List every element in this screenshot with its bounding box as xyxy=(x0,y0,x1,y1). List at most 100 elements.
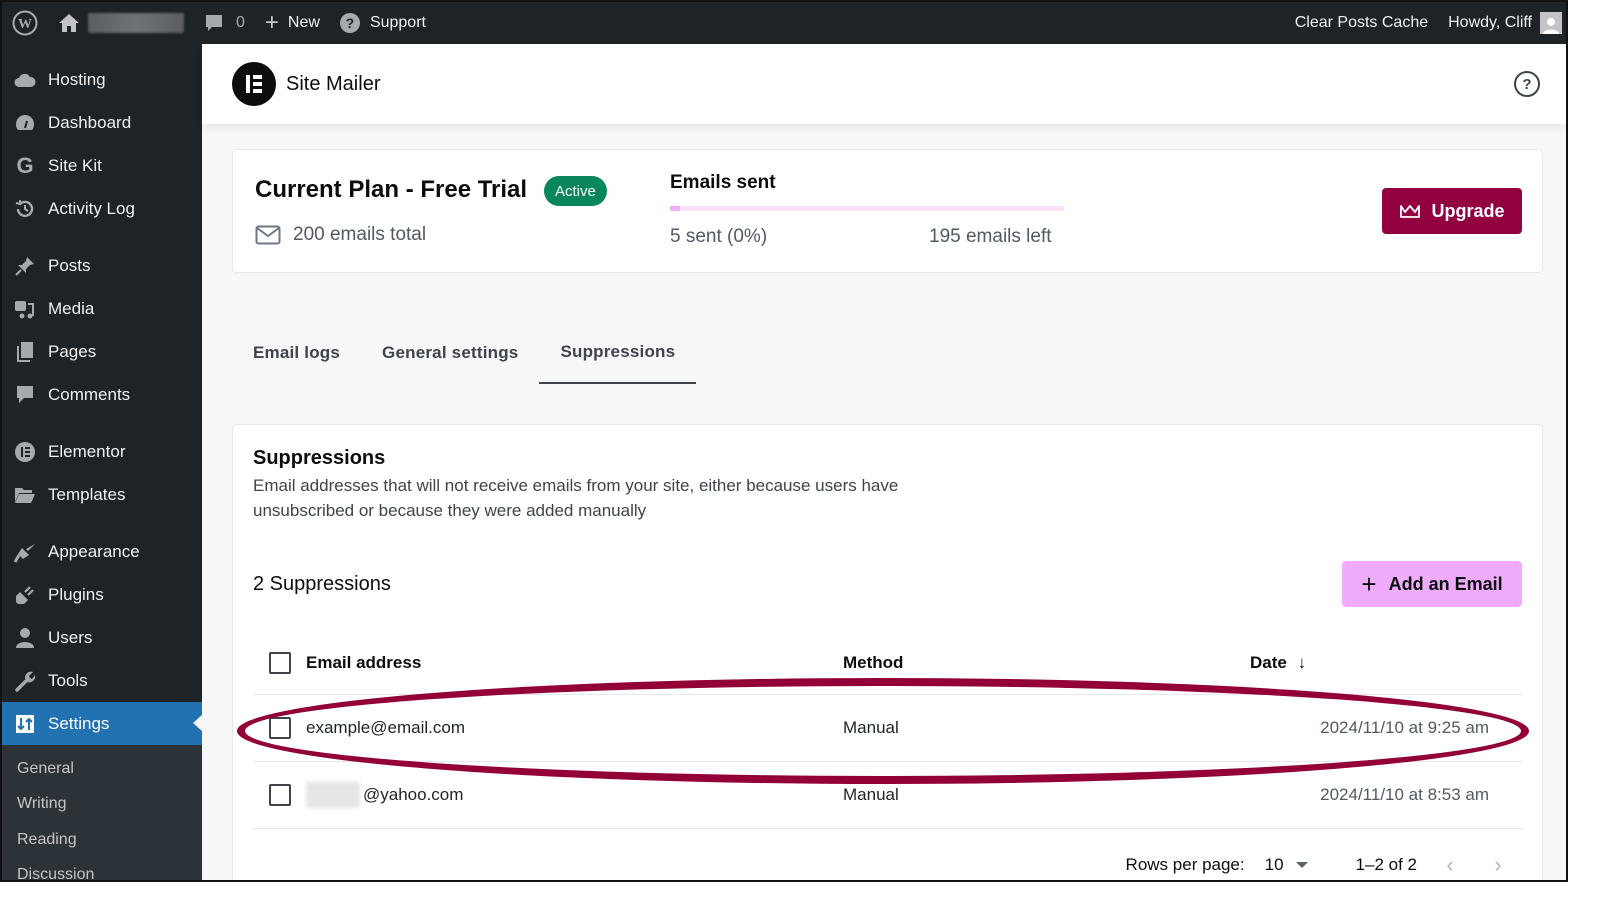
svg-text:W: W xyxy=(18,17,32,32)
plan-title: Current Plan - Free Trial xyxy=(255,176,528,203)
redacted-email-prefix xyxy=(306,782,360,808)
comments-count: 0 xyxy=(236,14,245,31)
submenu-item-writing[interactable]: Writing xyxy=(2,787,202,823)
sidebar-item-label: Site Kit xyxy=(48,155,102,175)
sidebar-item-label: Elementor xyxy=(48,441,126,461)
tab-general-settings[interactable]: General settings xyxy=(361,322,539,384)
plug-icon xyxy=(14,584,36,606)
row-checkbox[interactable] xyxy=(269,717,291,739)
table-row: @yahoo.com Manual 2024/11/10 at 8:53 am xyxy=(253,762,1523,829)
table-header: Email address Method Date ↓ xyxy=(253,631,1523,695)
sidebar-item-appearance[interactable]: Appearance xyxy=(2,530,202,573)
add-email-button[interactable]: + Add an Email xyxy=(1342,561,1522,607)
emails-sent-progress xyxy=(670,206,1064,211)
rows-per-page-label: Rows per page: xyxy=(1125,855,1245,874)
row-method: Manual xyxy=(843,785,899,804)
comments-button[interactable]: 0 xyxy=(194,2,255,44)
sidebar-item-pages[interactable]: Pages xyxy=(2,330,202,373)
plus-icon: + xyxy=(264,9,279,36)
admin-sidebar: Hosting Dashboard G Site Kit Activity Lo… xyxy=(2,44,202,880)
sort-descending-icon: ↓ xyxy=(1297,652,1307,672)
column-header-method[interactable]: Method xyxy=(843,653,1143,673)
howdy-label: Howdy, Cliff xyxy=(1448,14,1532,31)
submenu-item-general[interactable]: General xyxy=(2,751,202,787)
page-range: 1–2 of 2 xyxy=(1355,855,1417,874)
wordpress-logo-button[interactable]: W xyxy=(2,2,48,44)
submenu-item-discussion[interactable]: Discussion xyxy=(2,858,202,880)
history-icon xyxy=(14,198,36,220)
elementor-icon xyxy=(14,441,36,463)
sidebar-item-site-kit[interactable]: G Site Kit xyxy=(2,144,202,187)
support-button[interactable]: ? Support xyxy=(330,2,436,44)
section-description: Email addresses that will not receive em… xyxy=(253,476,899,520)
dashboard-icon xyxy=(14,112,36,134)
column-header-email[interactable]: Email address xyxy=(306,653,421,673)
sidebar-item-tools[interactable]: Tools xyxy=(2,659,202,702)
sidebar-item-label: Hosting xyxy=(48,69,106,89)
emails-sent-value: 5 sent (0%) xyxy=(670,226,768,247)
sidebar-item-media[interactable]: Media xyxy=(2,287,202,330)
sidebar-item-activity-log[interactable]: Activity Log xyxy=(2,187,202,230)
plus-icon: + xyxy=(1361,569,1377,599)
chevron-left-icon[interactable]: ‹ xyxy=(1435,850,1465,880)
upgrade-button[interactable]: Upgrade xyxy=(1382,188,1522,234)
wrench-icon xyxy=(14,670,36,692)
sidebar-item-label: Media xyxy=(48,298,95,318)
sidebar-item-label: Activity Log xyxy=(48,198,135,218)
tab-bar: Email logs General settings Suppressions xyxy=(232,322,697,384)
caret-down-icon xyxy=(1295,862,1308,868)
tab-suppressions[interactable]: Suppressions xyxy=(539,322,697,384)
tab-email-logs[interactable]: Email logs xyxy=(232,322,361,384)
row-checkbox[interactable] xyxy=(269,784,291,806)
add-email-label: Add an Email xyxy=(1388,573,1503,594)
column-header-date[interactable]: Date ↓ xyxy=(1143,653,1523,673)
help-icon[interactable]: ? xyxy=(1514,71,1540,97)
cloud-icon xyxy=(14,69,36,91)
sidebar-item-templates[interactable]: Templates xyxy=(2,473,202,516)
select-all-checkbox[interactable] xyxy=(269,651,291,674)
plan-total: 200 emails total xyxy=(255,224,426,246)
sidebar-item-plugins[interactable]: Plugins xyxy=(2,573,202,616)
elementor-logo-icon xyxy=(246,75,262,93)
row-method: Manual xyxy=(843,718,899,737)
progress-fill xyxy=(670,206,680,211)
submenu-item-reading[interactable]: Reading xyxy=(2,822,202,858)
sidebar-item-label: Plugins xyxy=(48,584,104,604)
sidebar-item-hosting[interactable]: Hosting xyxy=(2,58,202,101)
rows-per-page-select[interactable]: 10 xyxy=(1265,855,1308,875)
sidebar-item-label: Templates xyxy=(48,484,126,504)
comment-icon xyxy=(14,384,36,406)
screenshot-frame: W 0 + New ? Support Clear Posts Cache Ho… xyxy=(0,0,1568,882)
new-button[interactable]: + New xyxy=(255,2,330,44)
settings-submenu: General Writing Reading Discussion xyxy=(2,745,202,880)
sidebar-item-users[interactable]: Users xyxy=(2,616,202,659)
clear-cache-button[interactable]: Clear Posts Cache xyxy=(1285,2,1438,44)
brush-icon xyxy=(14,541,36,563)
settings-icon xyxy=(14,713,36,735)
user-avatar-icon xyxy=(1543,18,1559,34)
sidebar-item-settings[interactable]: Settings xyxy=(2,702,202,745)
sidebar-item-posts[interactable]: Posts xyxy=(2,244,202,287)
user-icon xyxy=(14,627,36,649)
site-home-button[interactable] xyxy=(48,2,194,44)
sidebar-item-comments[interactable]: Comments xyxy=(2,373,202,416)
sidebar-item-dashboard[interactable]: Dashboard xyxy=(2,101,202,144)
section-title: Suppressions xyxy=(253,447,386,469)
upgrade-label: Upgrade xyxy=(1431,200,1505,221)
pages-icon xyxy=(14,341,36,363)
row-date: 2024/11/10 at 9:25 am xyxy=(1320,718,1489,737)
site-name-redacted xyxy=(88,13,184,33)
new-label: New xyxy=(287,14,320,31)
sidebar-item-elementor[interactable]: Elementor xyxy=(2,430,202,473)
row-date: 2024/11/10 at 8:53 am xyxy=(1320,785,1489,804)
avatar xyxy=(1540,12,1562,34)
crown-icon xyxy=(1400,205,1421,218)
rows-per-page-value: 10 xyxy=(1264,855,1284,874)
app-title: Site Mailer xyxy=(286,72,381,95)
account-menu[interactable]: Howdy, Cliff xyxy=(1438,2,1566,44)
sidebar-item-label: Settings xyxy=(48,713,110,733)
main-content: Site Mailer ? Current Plan - Free Trial … xyxy=(202,44,1566,880)
chevron-right-icon[interactable]: › xyxy=(1483,850,1513,880)
pin-icon xyxy=(14,255,36,277)
sidebar-item-label: Dashboard xyxy=(48,112,132,132)
